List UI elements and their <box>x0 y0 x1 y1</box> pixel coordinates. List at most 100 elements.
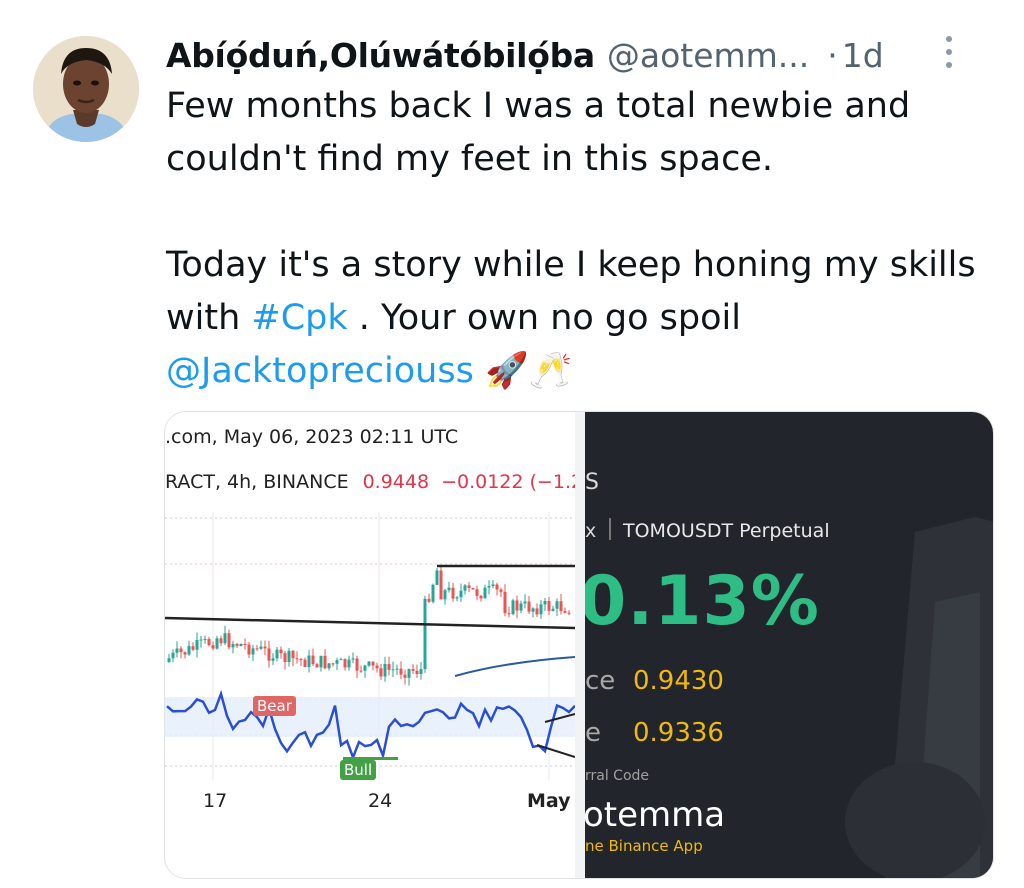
candle-body <box>191 646 195 650</box>
tweet-card[interactable]: Abíọ́duń,Olúwátóbilọ́ba @aotemm... · 1d … <box>0 0 1024 888</box>
candle-body <box>467 585 471 589</box>
candle-body <box>263 646 267 649</box>
candle-body <box>395 668 399 670</box>
rsi-trendline <box>536 744 575 758</box>
display-name[interactable]: Abíọ́duń,Olúwátóbilọ́ba <box>166 36 595 75</box>
candle-body <box>291 650 295 659</box>
candle-body <box>351 658 355 660</box>
candle-body <box>539 604 543 615</box>
candle-body <box>371 661 375 666</box>
candle-body <box>563 611 567 613</box>
candle-body <box>355 658 359 671</box>
candle-body <box>403 674 407 678</box>
candle-body <box>295 658 299 660</box>
tweet-line: @Jacktopreciouss 🚀🥂 <box>166 345 1011 398</box>
candle-body <box>299 658 303 660</box>
partial-leverage: x <box>585 520 597 542</box>
binance-image[interactable]: S x TOMOUSDT Perpetual 0.13% ce 0.9430 e… <box>585 412 993 878</box>
tweet-line: with #Cpk . Your own no go spoil <box>166 292 1011 345</box>
candle-body <box>463 585 467 591</box>
candle-body <box>415 670 419 675</box>
candle-body <box>491 584 495 587</box>
chart-image[interactable]: .com, May 06, 2023 02:11 UTC RACT, 4h, B… <box>165 412 621 878</box>
candle-body <box>423 598 427 670</box>
user-handle[interactable]: @aotemm... <box>607 36 809 75</box>
tweet-header: Abíọ́duń,Olúwátóbilọ́ba @aotemm... · 1d <box>166 30 996 80</box>
candle-body <box>451 587 455 599</box>
candle-body <box>323 655 327 669</box>
candle-body <box>179 648 183 653</box>
candle-body <box>307 655 311 667</box>
candle-body <box>503 591 507 614</box>
candle-body <box>275 649 279 659</box>
hashtag-link[interactable]: #Cpk <box>251 298 347 338</box>
last-price-value: 0.9336 <box>633 718 724 748</box>
candle-body <box>419 669 423 675</box>
candle-body <box>343 659 347 668</box>
moving-average-line <box>454 656 575 677</box>
candle-body <box>487 586 491 588</box>
candle-body <box>475 589 479 596</box>
candle-body <box>531 608 535 612</box>
candle-body <box>459 590 463 598</box>
separator-dot: · <box>827 35 838 75</box>
candle-body <box>267 648 271 661</box>
candle-body <box>259 646 263 649</box>
symbol-divider <box>609 518 611 540</box>
candle-body <box>411 669 415 671</box>
candle-body <box>203 639 207 641</box>
candle-body <box>327 663 331 669</box>
x-axis-label: May <box>527 790 571 812</box>
candle-body <box>367 661 371 666</box>
tweet-line: couldn't find my feet in this space. <box>166 139 773 179</box>
candle-body <box>315 664 319 668</box>
post-time[interactable]: 1d <box>842 36 884 75</box>
candle-body <box>183 652 187 655</box>
candle-body <box>359 670 363 672</box>
candle-body <box>215 638 219 649</box>
candle-body <box>391 669 395 671</box>
candle-body <box>455 597 459 599</box>
candle-body <box>311 655 315 665</box>
candle-body <box>511 600 515 615</box>
contract-symbol: TOMOUSDT Perpetual <box>623 520 830 542</box>
candle-body <box>195 640 199 650</box>
candle-body <box>555 601 559 609</box>
last-price-label: e <box>585 718 601 748</box>
candle-body <box>223 633 227 644</box>
candle-body <box>559 601 563 612</box>
candle-body <box>255 648 259 650</box>
candle-body <box>379 668 383 677</box>
media-grid[interactable]: .com, May 06, 2023 02:11 UTC RACT, 4h, B… <box>164 411 994 879</box>
x-axis-label: 17 <box>203 790 228 812</box>
entry-price-label: ce <box>585 666 616 696</box>
candle-body <box>243 644 247 646</box>
candle-body <box>479 595 483 599</box>
candle-body <box>471 588 475 590</box>
candle-body <box>399 668 403 675</box>
candlestick-chart <box>165 512 575 780</box>
candle-body <box>519 603 523 611</box>
candle-body <box>347 659 351 668</box>
candle-body <box>567 612 571 614</box>
mention-link[interactable]: @Jacktopreciouss <box>166 351 474 391</box>
candle-body <box>551 608 555 611</box>
avatar[interactable] <box>33 36 139 142</box>
candle-body <box>239 644 243 647</box>
candle-body <box>483 587 487 599</box>
candle-body <box>407 669 411 678</box>
candle-body <box>227 633 231 648</box>
candle-body <box>167 658 171 662</box>
candle-body <box>507 613 511 615</box>
more-options-icon[interactable] <box>942 36 956 76</box>
candle-body <box>231 644 235 648</box>
candle-body <box>199 639 203 641</box>
tweet-text-segment: with <box>166 298 252 338</box>
candle-body <box>171 652 175 659</box>
tweet-text: Few months back I was a total newbie and… <box>166 80 1011 398</box>
candle-body <box>175 648 179 653</box>
candle-body <box>431 584 435 602</box>
tweet-line: Few months back I was a total newbie and <box>166 86 911 126</box>
tweet-line: Today it's a story while I keep honing m… <box>166 245 976 285</box>
